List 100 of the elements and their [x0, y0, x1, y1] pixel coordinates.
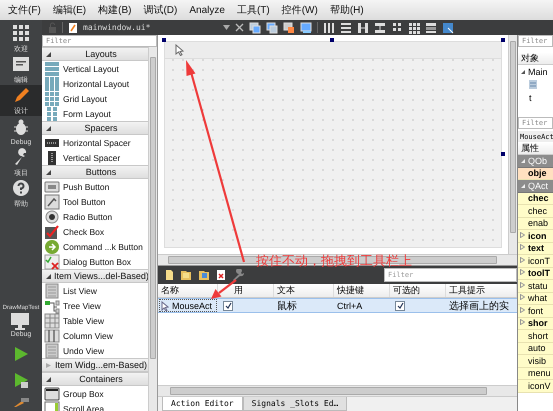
property-row[interactable]: icon: [518, 230, 553, 242]
property-row[interactable]: obje: [518, 168, 553, 180]
section-header[interactable]: Item Widg...em-Based): [42, 358, 148, 372]
property-row[interactable]: iconV: [518, 380, 553, 392]
widget-item[interactable]: Horizontal Layout: [42, 76, 148, 91]
property-row[interactable]: font: [518, 305, 553, 318]
collapsed-icon[interactable]: [520, 244, 525, 250]
file-name[interactable]: mainwindow.ui*: [83, 23, 150, 32]
menu-item[interactable]: 帮助(H): [324, 3, 370, 17]
widget-item[interactable]: Grid Layout: [42, 91, 148, 106]
widget-item[interactable]: Dialog Button Box: [42, 254, 148, 269]
folder-icon[interactable]: [180, 269, 192, 281]
delete-icon[interactable]: [216, 269, 226, 281]
widget-item[interactable]: Check Box: [42, 224, 148, 239]
tab[interactable]: Action Editor: [162, 397, 243, 411]
action-row[interactable]: MouseAct 鼠标 Ctrl+A 选择画上的实: [158, 298, 517, 313]
tree-item[interactable]: Main: [528, 66, 548, 76]
menu-item[interactable]: 文件(F): [2, 3, 47, 17]
widget-item[interactable]: Push Button: [42, 179, 148, 194]
menu-item[interactable]: 调试(D): [137, 3, 184, 17]
widget-item[interactable]: Tree View: [42, 298, 148, 313]
debug-run-icon[interactable]: [12, 371, 30, 389]
adjust-size-icon[interactable]: [442, 22, 454, 34]
section-header[interactable]: Containers: [42, 372, 148, 386]
expanded-icon[interactable]: [521, 70, 525, 74]
widget-item[interactable]: Radio Button: [42, 209, 148, 224]
property-row[interactable]: shor: [518, 318, 553, 330]
collapsed-icon[interactable]: [520, 282, 525, 288]
widget-item[interactable]: Table View: [42, 313, 148, 328]
menu-item[interactable]: 控件(W): [276, 3, 324, 17]
scrollbar[interactable]: [158, 254, 517, 265]
property-row[interactable]: short: [518, 330, 553, 342]
collapsed-icon[interactable]: [520, 319, 525, 326]
expanded-icon[interactable]: [46, 126, 51, 130]
folder-icon[interactable]: [198, 269, 210, 281]
widget-item[interactable]: Horizontal Spacer: [42, 135, 148, 150]
expanded-icon[interactable]: [46, 376, 51, 382]
window-icon[interactable]: [249, 22, 262, 34]
section-header[interactable]: Buttons: [42, 165, 148, 179]
resize-handle[interactable]: [330, 38, 334, 42]
rows-icon[interactable]: [340, 22, 352, 34]
widget-item[interactable]: Vertical Spacer: [42, 150, 148, 165]
checkbox[interactable]: [395, 300, 405, 310]
expanded-icon[interactable]: [46, 52, 51, 56]
property-row[interactable]: iconT: [518, 255, 553, 268]
expanded-icon[interactable]: [46, 170, 51, 174]
close-icon[interactable]: [235, 23, 244, 32]
widget-item[interactable]: Tool Button: [42, 194, 148, 209]
property-row[interactable]: text: [518, 242, 553, 255]
property-row[interactable]: what: [518, 292, 553, 305]
splitter-icon[interactable]: [357, 22, 370, 34]
widget-item[interactable]: List View: [42, 283, 148, 298]
menu-item[interactable]: 工具(T): [230, 3, 276, 17]
section-header[interactable]: Layouts: [42, 47, 148, 61]
checkbox[interactable]: [223, 300, 233, 310]
tab[interactable]: Signals _Slots Ed…: [242, 397, 348, 411]
collapsed-icon[interactable]: [520, 294, 525, 300]
collapsed-icon[interactable]: [520, 269, 525, 276]
column-header[interactable]: 可选的: [390, 284, 446, 297]
scrollbar[interactable]: [148, 47, 157, 411]
resize-handle[interactable]: [162, 38, 166, 42]
window-icon[interactable]: [266, 22, 278, 34]
run-icon[interactable]: [12, 345, 30, 363]
property-row[interactable]: auto: [518, 342, 553, 355]
property-row[interactable]: enab: [518, 218, 553, 230]
widget-item[interactable]: Vertical Layout: [42, 61, 148, 76]
property-row[interactable]: chec: [518, 192, 553, 205]
menu-item[interactable]: Analyze: [183, 4, 231, 16]
widget-item[interactable]: Column View: [42, 328, 148, 343]
widget-item[interactable]: Group Box: [42, 386, 148, 401]
widget-item[interactable]: Undo View: [42, 343, 148, 358]
property-row[interactable]: toolT: [518, 268, 553, 280]
collapsed-icon[interactable]: [520, 256, 525, 263]
hammer-icon[interactable]: [12, 397, 30, 407]
scrollbar[interactable]: [508, 35, 517, 254]
column-header[interactable]: 快捷键: [334, 284, 390, 297]
resize-handle[interactable]: [501, 38, 505, 42]
window-icon[interactable]: [300, 22, 312, 34]
menu-item[interactable]: 构建(B): [92, 3, 138, 17]
property-row[interactable]: statu: [518, 280, 553, 292]
property-row[interactable]: chec: [518, 205, 553, 218]
columns-icon[interactable]: [323, 22, 336, 34]
grid-icon[interactable]: [408, 22, 420, 34]
collapsed-icon[interactable]: [520, 306, 525, 313]
break-layout-icon[interactable]: [425, 22, 438, 34]
section-header[interactable]: Item Views...del-Based): [42, 269, 148, 283]
column-header[interactable]: 文本: [274, 284, 334, 297]
property-row[interactable]: visib: [518, 355, 553, 368]
property-row[interactable]: menu: [518, 368, 553, 380]
expanded-icon[interactable]: [46, 274, 51, 278]
collapsed-icon[interactable]: [520, 232, 525, 238]
window-icon[interactable]: [283, 22, 296, 34]
scrollbar[interactable]: [158, 385, 517, 396]
menu-item[interactable]: 编辑(E): [46, 3, 92, 17]
widget-item[interactable]: Form Layout: [42, 106, 148, 121]
resize-handle[interactable]: [501, 152, 505, 156]
dropdown-icon[interactable]: [223, 25, 230, 30]
splitter-icon[interactable]: [374, 22, 386, 34]
section-header[interactable]: Spacers: [42, 121, 148, 135]
widget-item[interactable]: Command ...k Button: [42, 239, 148, 254]
